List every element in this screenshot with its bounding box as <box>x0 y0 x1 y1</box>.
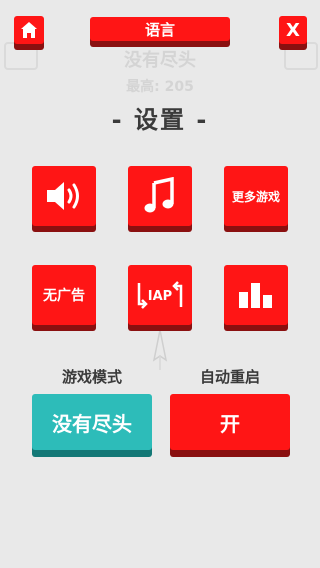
music-note-icon <box>144 177 174 213</box>
game-mode-button[interactable]: 没有尽头 <box>32 394 152 450</box>
auto-restart-toggle[interactable]: 开 <box>170 394 290 450</box>
background-ship-icon <box>152 330 168 370</box>
settings-heading: - 设置 - <box>111 106 209 134</box>
background-score-line: 最高: 205 <box>126 79 194 95</box>
leaderboard-button[interactable] <box>224 265 288 325</box>
home-icon <box>21 22 37 38</box>
background-game-title: 没有尽头 <box>124 50 196 71</box>
sound-toggle-button[interactable] <box>32 166 96 226</box>
game-mode-label: 游戏模式 <box>61 368 122 386</box>
no-ads-button[interactable]: 无广告 <box>32 265 96 325</box>
speaker-icon <box>47 182 79 210</box>
music-toggle-button[interactable] <box>128 166 192 226</box>
auto-restart-label: 自动重启 <box>199 368 260 386</box>
more-games-button[interactable]: 更多游戏 <box>224 166 288 226</box>
language-button[interactable]: 语言 <box>90 17 230 41</box>
iap-label: IAP <box>148 289 172 304</box>
leaderboard-icon <box>239 283 272 308</box>
iap-arrows-icon: IAP <box>137 281 183 309</box>
close-button[interactable]: X <box>279 16 307 44</box>
home-button[interactable] <box>14 16 44 44</box>
iap-restore-button[interactable]: IAP <box>128 265 192 325</box>
